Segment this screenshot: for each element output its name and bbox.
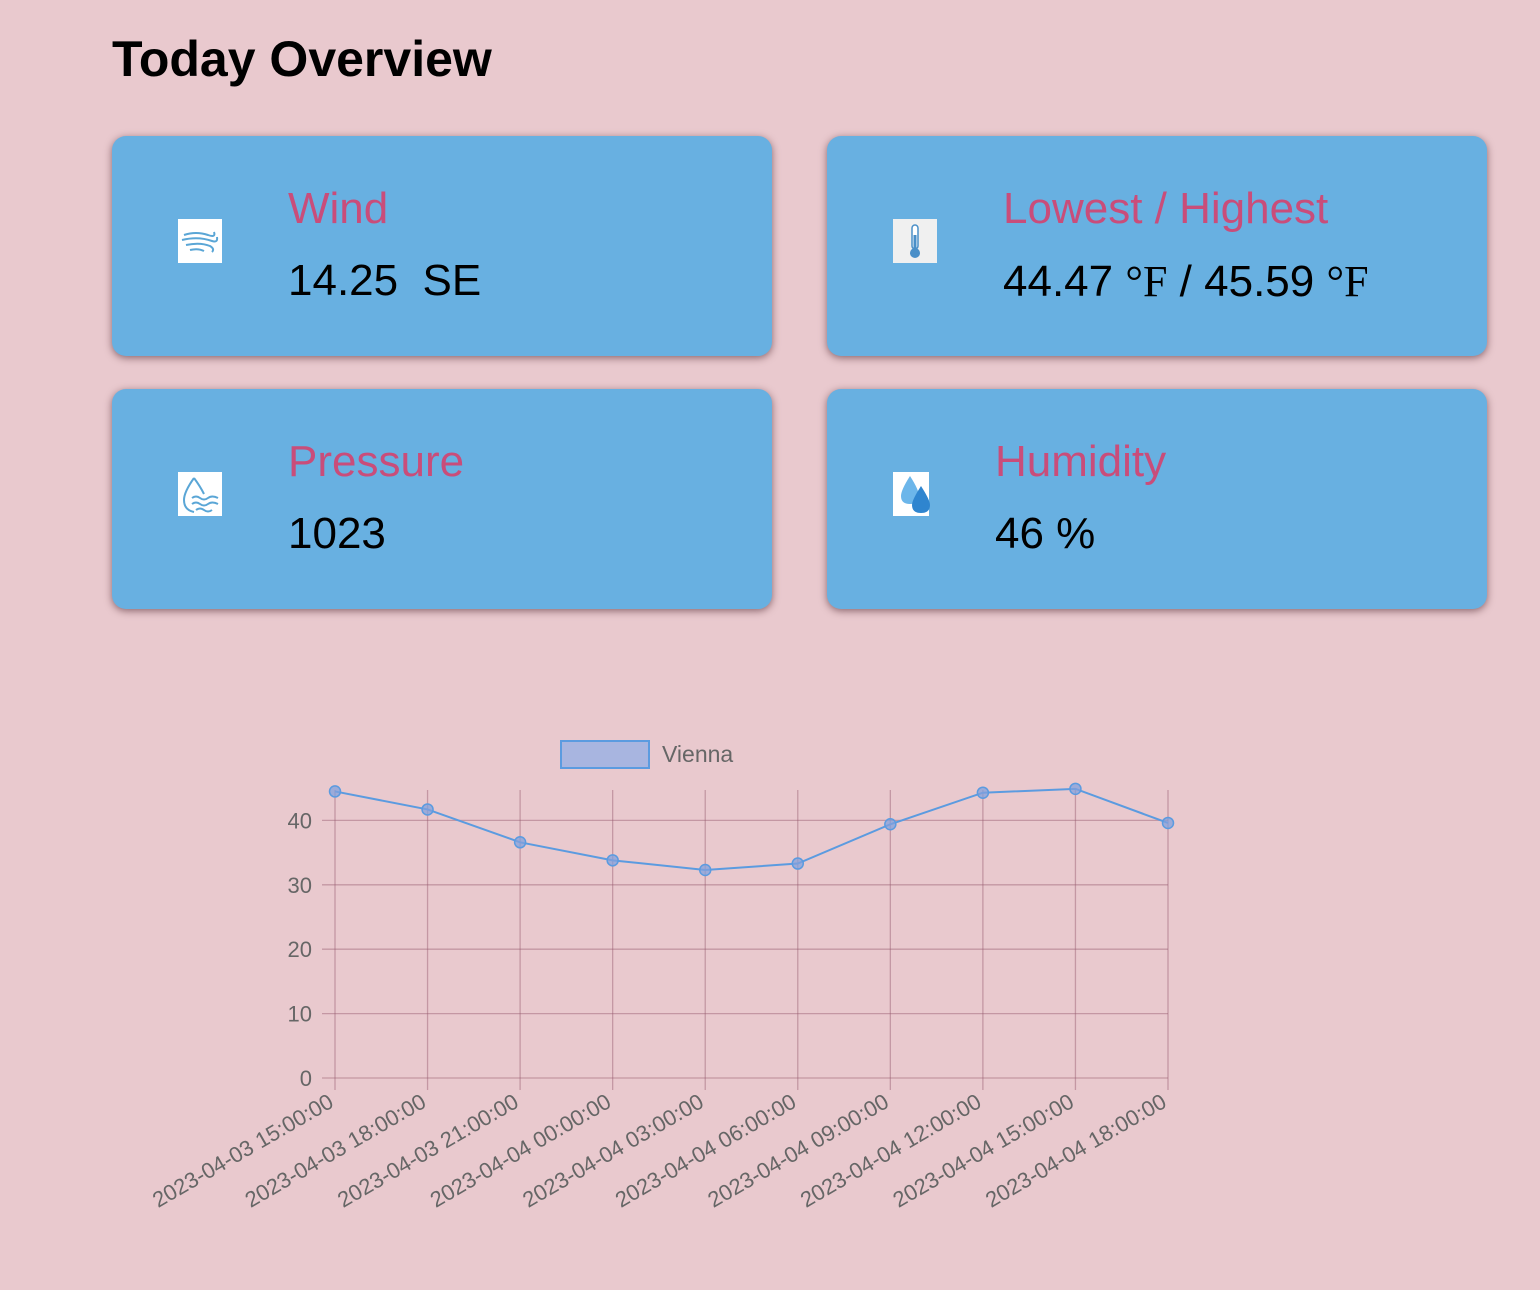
y-tick-label: 30 xyxy=(288,873,312,898)
wind-card: Wind 14.25 SE xyxy=(112,136,772,356)
data-point xyxy=(791,857,805,870)
pressure-value: 1023 xyxy=(288,509,386,558)
humidity-label: Humidity xyxy=(995,437,1167,486)
humidity-card: Humidity 46 % xyxy=(827,389,1487,609)
x-tick-label: 2023-04-03 18:00:00 xyxy=(241,1089,430,1213)
x-tick-label: 2023-04-03 21:00:00 xyxy=(333,1089,522,1213)
y-tick-label: 0 xyxy=(300,1066,312,1091)
temperature-low: 44.47 xyxy=(1003,257,1114,306)
humidity-value: 46 % xyxy=(995,509,1096,558)
data-point xyxy=(421,803,434,816)
pressure-drop-icon xyxy=(178,472,222,516)
x-tick-label: 2023-04-04 03:00:00 xyxy=(518,1089,707,1213)
temperature-value: 44.47 °F / 45.59 °F xyxy=(1003,256,1369,307)
x-tick-label: 2023-04-04 09:00:00 xyxy=(703,1089,892,1213)
x-tick-label: 2023-04-04 18:00:00 xyxy=(981,1089,1170,1213)
x-tick-label: 2023-04-04 12:00:00 xyxy=(796,1089,985,1213)
y-tick-label: 10 xyxy=(288,1002,312,1027)
data-point xyxy=(884,818,897,831)
y-tick-label: 40 xyxy=(288,808,312,833)
temperature-card: Lowest / Highest 44.47 °F / 45.59 °F xyxy=(827,136,1487,356)
legend-swatch xyxy=(560,740,650,769)
data-point xyxy=(513,836,527,849)
x-tick-label: 2023-04-04 06:00:00 xyxy=(611,1089,800,1213)
temperature-low-unit: °F xyxy=(1125,257,1168,306)
x-tick-label: 2023-04-03 15:00:00 xyxy=(148,1089,337,1213)
thermometer-icon xyxy=(893,219,937,263)
data-point xyxy=(1069,782,1082,796)
x-tick-label: 2023-04-04 00:00:00 xyxy=(426,1089,615,1213)
x-tick-label: 2023-04-04 15:00:00 xyxy=(889,1089,1078,1213)
data-point xyxy=(976,786,990,799)
temperature-high: 45.59 xyxy=(1204,257,1315,306)
wind-value: 14.25 SE xyxy=(288,256,482,305)
data-point xyxy=(698,863,712,877)
temperature-high-unit: °F xyxy=(1326,257,1369,306)
series-line xyxy=(334,787,1169,871)
pressure-card: Pressure 1023 xyxy=(112,389,772,609)
data-point xyxy=(1161,816,1175,830)
y-tick-label: 20 xyxy=(288,937,312,962)
temperature-label: Lowest / Highest xyxy=(1003,184,1329,233)
wind-icon xyxy=(178,219,222,263)
humidity-drops-icon xyxy=(893,472,930,516)
page-title: Today Overview xyxy=(112,31,492,87)
data-point xyxy=(606,854,619,867)
legend-label: Vienna xyxy=(662,741,733,767)
wind-label: Wind xyxy=(288,184,389,233)
pressure-label: Pressure xyxy=(288,437,465,486)
temperature-separator: / xyxy=(1179,257,1192,306)
data-point xyxy=(328,785,342,798)
